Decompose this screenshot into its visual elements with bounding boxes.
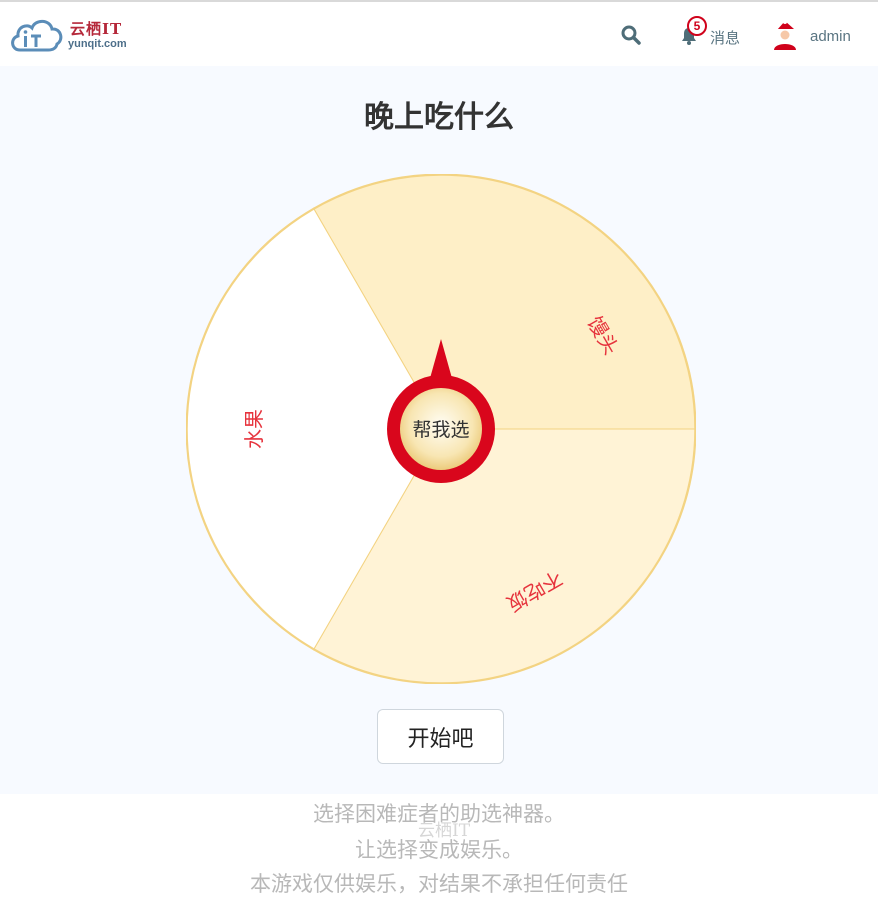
start-button[interactable]: 开始吧 xyxy=(377,709,504,764)
logo-domain: yunqit.com xyxy=(68,38,127,50)
footer-line-3: 本游戏仅供娱乐，对结果不承担任何责任 xyxy=(250,872,628,896)
page-title: 晚上吃什么 xyxy=(364,100,514,135)
prize-wheel: 馒头 不吃饭 水果 帮我选 xyxy=(186,174,696,684)
site-logo[interactable]: 云栖IT yunqit.com xyxy=(8,16,138,58)
messages-label: 消息 xyxy=(710,29,741,47)
santa-avatar-icon xyxy=(774,20,796,50)
search-icon xyxy=(621,25,641,45)
footer: 选择困难症者的助选神器。 让选择变成娱乐。 本游戏仅供娱乐，对结果不承担任何责任… xyxy=(0,794,878,897)
wheel-label-3: 水果 xyxy=(242,409,266,449)
main-content: 晚上吃什么 馒头 不吃饭 水果 帮我选 开始吧 xyxy=(0,66,878,794)
logo-name: 云栖IT xyxy=(70,20,123,38)
watermark: 云栖IT xyxy=(418,821,471,841)
search-button[interactable] xyxy=(620,24,642,46)
center-label: 帮我选 xyxy=(412,419,469,441)
message-count-badge: 5 xyxy=(687,16,707,36)
cloud-logo-icon xyxy=(11,19,63,52)
username: admin xyxy=(810,28,851,45)
top-navbar: 云栖IT yunqit.com 5 消息 admin xyxy=(0,2,878,66)
